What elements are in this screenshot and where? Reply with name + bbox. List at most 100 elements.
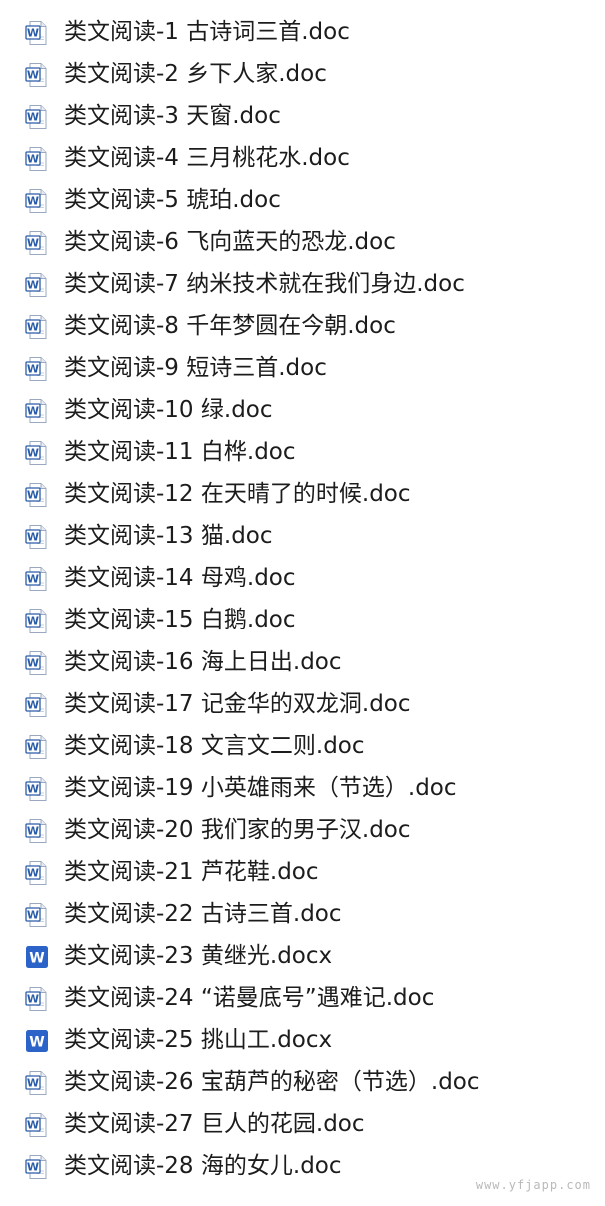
svg-text:W: W xyxy=(27,867,39,880)
word-docx-icon: W xyxy=(24,944,50,970)
svg-text:W: W xyxy=(27,69,39,82)
word-doc-icon: W xyxy=(24,398,50,424)
file-item[interactable]: W 类文阅读-18 文言文二则.doc xyxy=(0,725,605,767)
file-name: 类文阅读-23 黄继光.docx xyxy=(64,943,333,969)
word-doc-icon: W xyxy=(24,440,50,466)
file-name: 类文阅读-20 我们家的男子汉.doc xyxy=(64,817,411,843)
svg-text:W: W xyxy=(27,321,39,334)
word-doc-icon: W xyxy=(24,608,50,634)
svg-text:W: W xyxy=(27,699,39,712)
file-item[interactable]: W 类文阅读-22 古诗三首.doc xyxy=(0,893,605,935)
file-item[interactable]: W 类文阅读-23 黄继光.docx xyxy=(0,935,605,977)
word-doc-icon: W xyxy=(24,230,50,256)
word-doc-icon: W xyxy=(24,566,50,592)
word-doc-icon: W xyxy=(24,986,50,1012)
file-name: 类文阅读-28 海的女儿.doc xyxy=(64,1153,342,1179)
file-name: 类文阅读-21 芦花鞋.doc xyxy=(64,859,319,885)
svg-text:W: W xyxy=(27,741,39,754)
file-name: 类文阅读-27 巨人的花园.doc xyxy=(64,1111,365,1137)
file-item[interactable]: W 类文阅读-11 白桦.doc xyxy=(0,431,605,473)
svg-text:W: W xyxy=(27,195,39,208)
word-doc-icon: W xyxy=(24,650,50,676)
svg-text:W: W xyxy=(27,363,39,376)
svg-text:W: W xyxy=(27,657,39,670)
word-doc-icon: W xyxy=(24,356,50,382)
word-doc-icon: W xyxy=(24,776,50,802)
file-name: 类文阅读-15 白鹅.doc xyxy=(64,607,296,633)
file-item[interactable]: W 类文阅读-20 我们家的男子汉.doc xyxy=(0,809,605,851)
file-item[interactable]: W 类文阅读-7 纳米技术就在我们身边.doc xyxy=(0,263,605,305)
svg-text:W: W xyxy=(27,111,39,124)
word-doc-icon: W xyxy=(24,860,50,886)
word-doc-icon: W xyxy=(24,818,50,844)
file-name: 类文阅读-4 三月桃花水.doc xyxy=(64,145,350,171)
file-item[interactable]: W 类文阅读-4 三月桃花水.doc xyxy=(0,137,605,179)
word-doc-icon: W xyxy=(24,104,50,130)
svg-text:W: W xyxy=(27,615,39,628)
word-doc-icon: W xyxy=(24,314,50,340)
word-doc-icon: W xyxy=(24,524,50,550)
word-doc-icon: W xyxy=(24,902,50,928)
word-doc-icon: W xyxy=(24,272,50,298)
svg-text:W: W xyxy=(27,1161,39,1174)
file-name: 类文阅读-16 海上日出.doc xyxy=(64,649,342,675)
svg-text:W: W xyxy=(27,1077,39,1090)
file-name: 类文阅读-12 在天晴了的时候.doc xyxy=(64,481,411,507)
file-item[interactable]: W 类文阅读-9 短诗三首.doc xyxy=(0,347,605,389)
file-item[interactable]: W 类文阅读-25 挑山工.docx xyxy=(0,1019,605,1061)
file-name: 类文阅读-13 猫.doc xyxy=(64,523,273,549)
file-item[interactable]: W 类文阅读-5 琥珀.doc xyxy=(0,179,605,221)
file-name: 类文阅读-18 文言文二则.doc xyxy=(64,733,365,759)
file-name: 类文阅读-8 千年梦圆在今朝.doc xyxy=(64,313,396,339)
file-item[interactable]: W 类文阅读-12 在天晴了的时候.doc xyxy=(0,473,605,515)
svg-text:W: W xyxy=(27,909,39,922)
svg-text:W: W xyxy=(29,1035,44,1051)
file-item[interactable]: W 类文阅读-24 “诺曼底号”遇难记.doc xyxy=(0,977,605,1019)
word-doc-icon: W xyxy=(24,188,50,214)
file-name: 类文阅读-19 小英雄雨来（节选）.doc xyxy=(64,775,457,801)
file-item[interactable]: W 类文阅读-14 母鸡.doc xyxy=(0,557,605,599)
svg-text:W: W xyxy=(27,783,39,796)
file-name: 类文阅读-1 古诗词三首.doc xyxy=(64,19,350,45)
svg-text:W: W xyxy=(27,27,39,40)
file-item[interactable]: W 类文阅读-3 天窗.doc xyxy=(0,95,605,137)
word-doc-icon: W xyxy=(24,482,50,508)
file-name: 类文阅读-9 短诗三首.doc xyxy=(64,355,327,381)
file-list: W 类文阅读-1 古诗词三首.doc W 类文阅读-2 乡下人家.doc W 类文阅读-3… xyxy=(0,11,605,1187)
file-item[interactable]: W 类文阅读-8 千年梦圆在今朝.doc xyxy=(0,305,605,347)
file-item[interactable]: W 类文阅读-10 绿.doc xyxy=(0,389,605,431)
file-item[interactable]: W 类文阅读-2 乡下人家.doc xyxy=(0,53,605,95)
file-item[interactable]: W 类文阅读-6 飞向蓝天的恐龙.doc xyxy=(0,221,605,263)
file-item[interactable]: W 类文阅读-27 巨人的花园.doc xyxy=(0,1103,605,1145)
word-doc-icon: W xyxy=(24,20,50,46)
file-name: 类文阅读-5 琥珀.doc xyxy=(64,187,281,213)
word-docx-icon: W xyxy=(24,1028,50,1054)
file-name: 类文阅读-26 宝葫芦的秘密（节选）.doc xyxy=(64,1069,480,1095)
svg-text:W: W xyxy=(29,951,44,967)
svg-text:W: W xyxy=(27,237,39,250)
file-item[interactable]: W 类文阅读-13 猫.doc xyxy=(0,515,605,557)
file-name: 类文阅读-6 飞向蓝天的恐龙.doc xyxy=(64,229,396,255)
file-item[interactable]: W 类文阅读-26 宝葫芦的秘密（节选）.doc xyxy=(0,1061,605,1103)
watermark: www.yfjapp.com xyxy=(475,1178,591,1192)
word-doc-icon: W xyxy=(24,734,50,760)
word-doc-icon: W xyxy=(24,1154,50,1180)
file-name: 类文阅读-17 记金华的双龙洞.doc xyxy=(64,691,411,717)
file-name: 类文阅读-24 “诺曼底号”遇难记.doc xyxy=(64,985,435,1011)
file-name: 类文阅读-2 乡下人家.doc xyxy=(64,61,327,87)
svg-text:W: W xyxy=(27,405,39,418)
svg-text:W: W xyxy=(27,825,39,838)
file-name: 类文阅读-3 天窗.doc xyxy=(64,103,281,129)
word-doc-icon: W xyxy=(24,146,50,172)
word-doc-icon: W xyxy=(24,62,50,88)
file-item[interactable]: W 类文阅读-19 小英雄雨来（节选）.doc xyxy=(0,767,605,809)
file-item[interactable]: W 类文阅读-16 海上日出.doc xyxy=(0,641,605,683)
word-doc-icon: W xyxy=(24,1070,50,1096)
file-item[interactable]: W 类文阅读-1 古诗词三首.doc xyxy=(0,11,605,53)
file-item[interactable]: W 类文阅读-17 记金华的双龙洞.doc xyxy=(0,683,605,725)
file-name: 类文阅读-11 白桦.doc xyxy=(64,439,296,465)
file-item[interactable]: W 类文阅读-15 白鹅.doc xyxy=(0,599,605,641)
word-doc-icon: W xyxy=(24,1112,50,1138)
svg-text:W: W xyxy=(27,573,39,586)
file-item[interactable]: W 类文阅读-21 芦花鞋.doc xyxy=(0,851,605,893)
